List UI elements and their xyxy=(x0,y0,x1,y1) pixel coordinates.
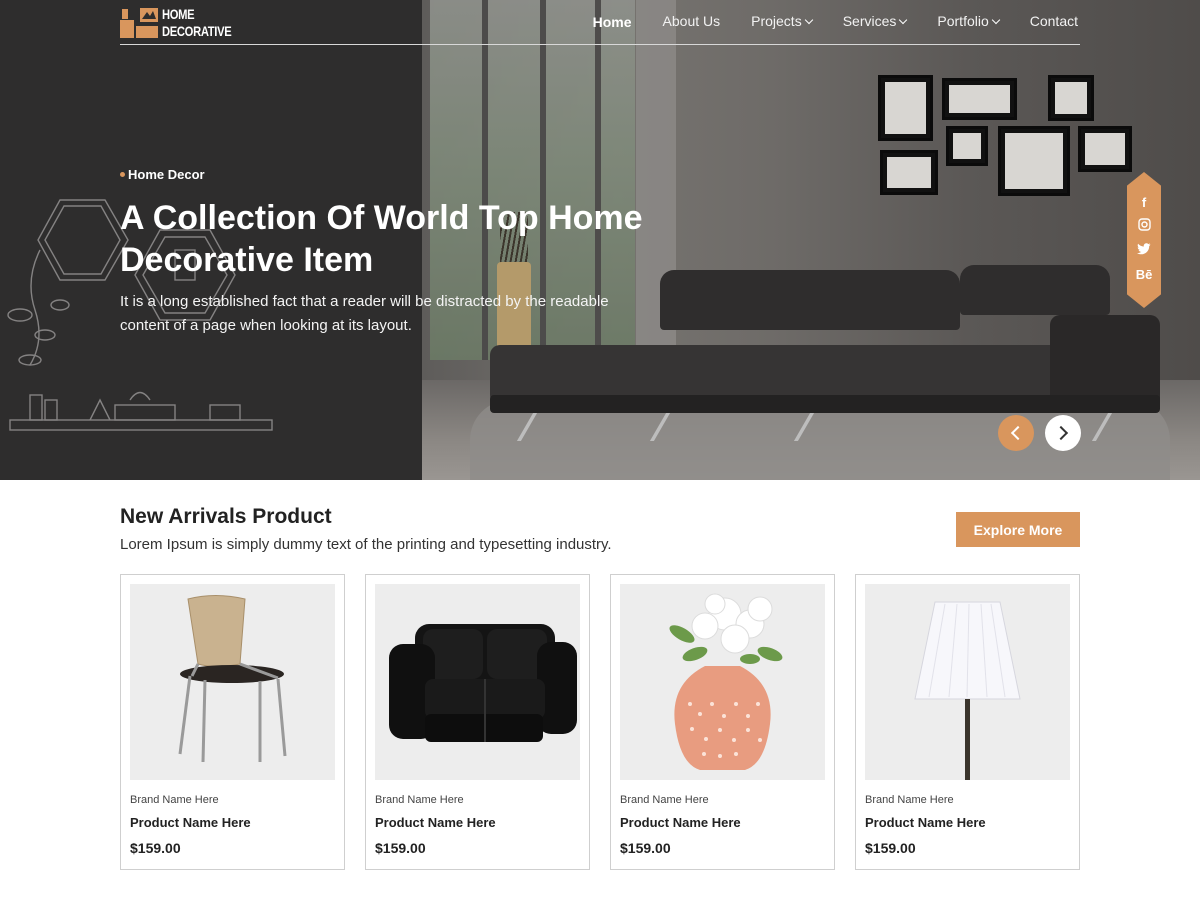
product-image-lamp xyxy=(865,584,1070,780)
product-grid: Brand Name Here Product Name Here $159.0… xyxy=(120,574,1080,870)
hero-description: It is a long established fact that a rea… xyxy=(120,293,609,334)
nav-services[interactable]: Services xyxy=(843,12,908,30)
nav-home[interactable]: Home xyxy=(593,14,632,30)
product-price: $159.00 xyxy=(865,840,916,856)
product-brand: Brand Name Here xyxy=(375,794,464,806)
hero-title: A Collection Of World Top Home Decorativ… xyxy=(120,199,643,279)
product-brand: Brand Name Here xyxy=(620,794,709,806)
explore-more-button[interactable]: Explore More xyxy=(956,512,1080,547)
product-image-chair xyxy=(130,584,335,780)
social-bar: f Bē xyxy=(1127,172,1161,308)
instagram-icon[interactable] xyxy=(1134,218,1154,235)
slider-next-button[interactable] xyxy=(1045,415,1081,451)
wall-frame xyxy=(1078,126,1132,172)
section-title: New Arrivals Product xyxy=(120,505,332,528)
chevron-down-icon xyxy=(991,15,1000,24)
product-card[interactable]: Brand Name Here Product Name Here $159.0… xyxy=(365,574,590,870)
product-image-sofa xyxy=(375,584,580,780)
chevron-down-icon xyxy=(804,15,813,24)
main-nav: Home About Us Projects Services Portfoli… xyxy=(562,12,1078,30)
logo-icon xyxy=(120,8,158,38)
wall-frame xyxy=(942,78,1017,120)
product-card[interactable]: Brand Name Here Product Name Here $159.0… xyxy=(610,574,835,870)
product-price: $159.00 xyxy=(130,840,181,856)
product-price: $159.00 xyxy=(375,840,426,856)
chevron-down-icon xyxy=(899,15,908,24)
header-divider xyxy=(120,44,1080,45)
slider-prev-button[interactable] xyxy=(998,415,1034,451)
nav-portfolio[interactable]: Portfolio xyxy=(937,12,1000,30)
section-subtitle: Lorem Ipsum is simply dummy text of the … xyxy=(120,536,612,553)
hero-tag: Home Decor xyxy=(120,167,205,182)
product-price: $159.00 xyxy=(620,840,671,856)
bullet-dot-icon xyxy=(120,172,125,177)
product-name: Product Name Here xyxy=(130,815,251,830)
product-name: Product Name Here xyxy=(620,815,741,830)
product-name: Product Name Here xyxy=(375,815,496,830)
chevron-right-icon xyxy=(1053,425,1069,441)
behance-icon[interactable]: Bē xyxy=(1134,266,1154,283)
wall-frame xyxy=(880,150,938,195)
product-name: Product Name Here xyxy=(865,815,986,830)
logo-line-2: Decorative xyxy=(162,23,232,39)
product-brand: Brand Name Here xyxy=(130,794,219,806)
nav-about-us[interactable]: About Us xyxy=(663,12,721,30)
product-image-vase xyxy=(620,584,825,780)
product-brand: Brand Name Here xyxy=(865,794,954,806)
wall-frame xyxy=(998,126,1070,196)
facebook-icon[interactable]: f xyxy=(1134,194,1154,211)
wall-frame xyxy=(878,75,933,141)
product-card[interactable]: Brand Name Here Product Name Here $159.0… xyxy=(120,574,345,870)
chevron-left-icon xyxy=(1010,425,1026,441)
logo-line-1: Home xyxy=(162,6,195,22)
site-logo[interactable]: Home Decorative xyxy=(120,6,232,40)
twitter-icon[interactable] xyxy=(1134,242,1154,259)
wall-frame xyxy=(1048,75,1094,121)
product-card[interactable]: Brand Name Here Product Name Here $159.0… xyxy=(855,574,1080,870)
nav-projects[interactable]: Projects xyxy=(751,12,813,30)
nav-contact[interactable]: Contact xyxy=(1030,12,1078,30)
wall-frame xyxy=(946,126,988,166)
